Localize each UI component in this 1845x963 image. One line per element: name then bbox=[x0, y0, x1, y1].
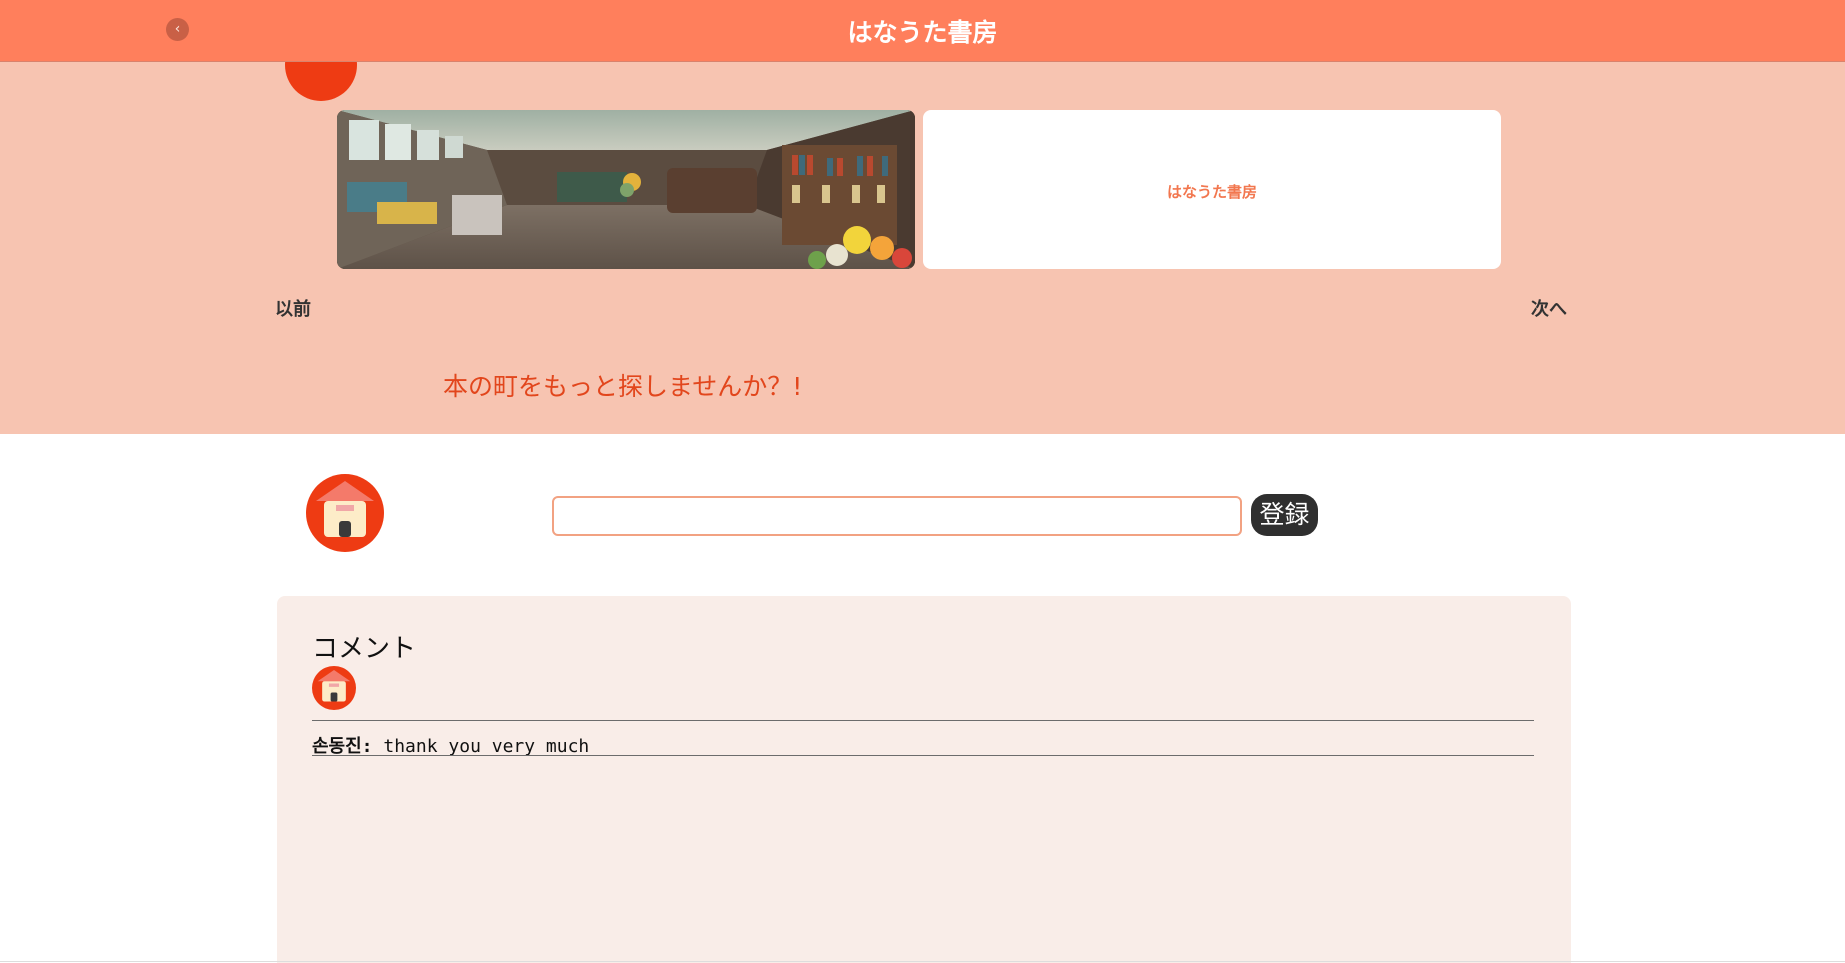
comment-panel: コメント 손동진: thank you very much bbox=[277, 596, 1571, 963]
comment-text: thank you very much bbox=[372, 736, 590, 757]
page-bottom-border bbox=[0, 961, 1845, 962]
house-icon bbox=[316, 481, 374, 537]
comment-input[interactable] bbox=[552, 496, 1242, 536]
comment-heading: コメント bbox=[312, 634, 417, 664]
commenter-avatar bbox=[312, 666, 356, 710]
divider bbox=[312, 720, 1534, 721]
carousel-prev-button[interactable]: 以前 bbox=[275, 295, 311, 321]
house-icon bbox=[317, 669, 351, 702]
bookstore-bus-photo bbox=[337, 110, 915, 269]
register-button[interactable]: 登録 bbox=[1251, 494, 1318, 536]
hero-section: はなうた書房 以前 次へ 本の町をもっと探しませんか？! bbox=[0, 61, 1845, 434]
comment-author: 손동진: bbox=[312, 736, 373, 757]
carousel-slide-photo[interactable] bbox=[337, 110, 915, 269]
divider bbox=[312, 755, 1534, 756]
app-header: ‹ はなうた書房 bbox=[0, 0, 1845, 62]
carousel-slide-card[interactable]: はなうた書房 bbox=[923, 110, 1501, 269]
app-title: はなうた書房 bbox=[847, 18, 998, 47]
user-avatar bbox=[306, 474, 384, 552]
carousel-next-button[interactable]: 次へ bbox=[1531, 295, 1567, 321]
card-label: はなうた書房 bbox=[1166, 183, 1257, 201]
explore-more-link[interactable]: 本の町をもっと探しませんか？! bbox=[443, 367, 802, 403]
house-avatar-icon bbox=[285, 61, 357, 101]
